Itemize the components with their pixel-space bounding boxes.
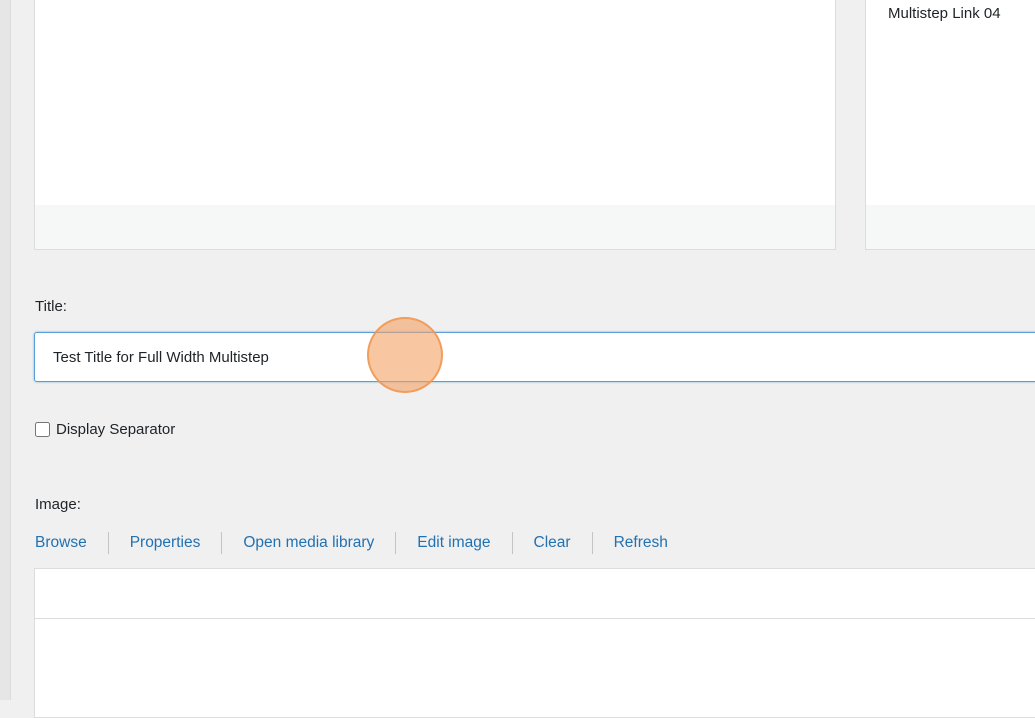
- display-separator-row[interactable]: Display Separator: [35, 421, 175, 438]
- open-media-library-link[interactable]: Open media library: [243, 534, 374, 552]
- clear-link[interactable]: Clear: [534, 534, 571, 552]
- left-edge-strip: [0, 0, 11, 700]
- preview-panel-footer: [35, 205, 835, 249]
- image-label: Image:: [35, 496, 81, 513]
- image-field-box[interactable]: [34, 568, 1035, 718]
- action-separator: [221, 532, 223, 554]
- action-separator: [107, 532, 109, 554]
- edit-image-link[interactable]: Edit image: [417, 534, 490, 552]
- action-separator: [511, 532, 513, 554]
- image-box-divider: [35, 618, 1035, 619]
- preview-panel-left: [34, 0, 836, 250]
- multistep-link-label[interactable]: Multistep Link 04: [888, 5, 1001, 22]
- preview-panel-right: Multistep Link 04: [865, 0, 1035, 250]
- preview-panel-right-footer: [866, 205, 1035, 249]
- properties-link[interactable]: Properties: [130, 534, 201, 552]
- image-actions: Browse Properties Open media library Edi…: [35, 532, 668, 554]
- refresh-link[interactable]: Refresh: [614, 534, 668, 552]
- action-separator: [395, 532, 397, 554]
- display-separator-label: Display Separator: [56, 421, 176, 438]
- browse-link[interactable]: Browse: [35, 534, 87, 552]
- display-separator-checkbox[interactable]: [35, 422, 50, 437]
- action-separator: [591, 532, 593, 554]
- title-label: Title:: [35, 298, 67, 315]
- title-input[interactable]: [34, 332, 1035, 382]
